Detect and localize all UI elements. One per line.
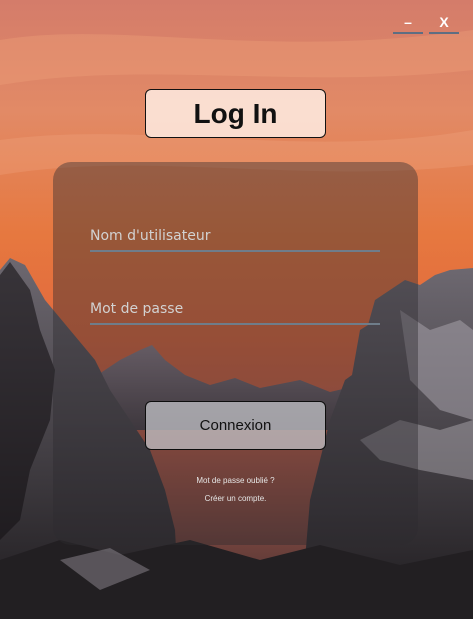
minimize-button[interactable]: – [393,12,423,34]
password-input[interactable] [90,295,380,325]
login-button[interactable]: Connexion [145,401,326,450]
login-card [53,162,418,545]
username-input[interactable] [90,222,380,252]
page-title: Log In [193,97,278,129]
create-account-link[interactable]: Créer un compte. [53,494,418,503]
close-button[interactable]: X [429,12,459,34]
login-title-box: Log In [145,89,326,138]
forgot-password-link[interactable]: Mot de passe oublié ? [53,476,418,485]
